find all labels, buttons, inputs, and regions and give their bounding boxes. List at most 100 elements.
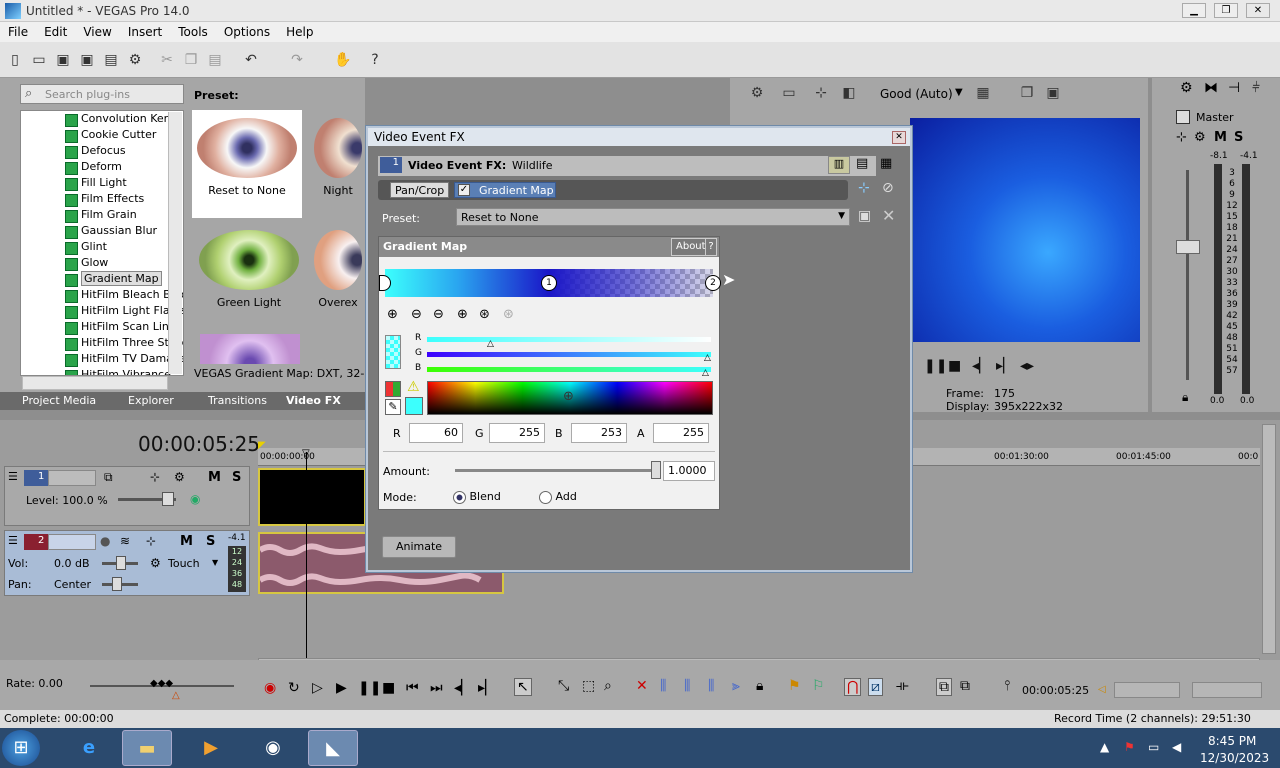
loop-playback-icon[interactable]: ↻: [288, 680, 300, 696]
plugin-item[interactable]: Convolution Kerne: [21, 111, 183, 127]
remove-stop-icon[interactable]: ⊖: [411, 307, 422, 322]
undo-icon[interactable]: ↶: [242, 52, 260, 70]
rate-handle-icon[interactable]: ◆◆◆: [150, 678, 173, 689]
chain-pan-crop[interactable]: Pan/Crop: [390, 182, 450, 198]
track-collapse-icon[interactable]: ☰: [8, 534, 18, 547]
trim-icon[interactable]: ⫼: [660, 678, 666, 694]
copy-icon[interactable]: ❐: [182, 52, 200, 70]
save-preset-icon[interactable]: ▣: [858, 208, 871, 224]
plugin-item[interactable]: Glint: [21, 239, 183, 255]
track-fx-icon[interactable]: ⊹: [146, 534, 156, 548]
plugin-item[interactable]: Fill Light: [21, 175, 183, 191]
master-gear-icon[interactable]: ⚙: [1194, 130, 1206, 145]
maximize-button[interactable]: ❐: [1214, 3, 1238, 18]
plugin-item[interactable]: Cookie Cutter: [21, 127, 183, 143]
preset-thumb-partial[interactable]: [200, 334, 300, 364]
chevron-down-icon[interactable]: ▼: [955, 87, 963, 98]
green-channel-slider[interactable]: [427, 352, 711, 357]
track-collapse-icon[interactable]: ☰: [8, 470, 18, 483]
save-snapshot-icon[interactable]: ▣: [1044, 85, 1062, 103]
gradient-stop-2[interactable]: 2: [705, 275, 721, 291]
track-fx-icon[interactable]: ⊹: [150, 470, 160, 484]
open-icon[interactable]: ▭: [30, 52, 48, 70]
menu-options[interactable]: Options: [216, 22, 278, 39]
zoom-tool-icon[interactable]: ⌕: [604, 678, 612, 694]
stop-icon[interactable]: ■: [948, 358, 961, 374]
chain-layout-icon[interactable]: ▤: [856, 156, 868, 171]
selection-length-field[interactable]: [1114, 682, 1180, 698]
whats-this-icon[interactable]: ?: [366, 52, 384, 70]
plugin-scrollbar[interactable]: [168, 112, 182, 374]
cut-icon[interactable]: ✂: [158, 52, 176, 70]
save-as-icon[interactable]: ▣: [78, 52, 96, 70]
render-icon[interactable]: ▤: [102, 52, 120, 70]
erase-icon[interactable]: ✋: [334, 52, 352, 70]
menu-insert[interactable]: Insert: [120, 22, 170, 39]
tab-explorer[interactable]: Explorer: [128, 394, 174, 407]
selection-end-field[interactable]: [1192, 682, 1262, 698]
preset-overexposed[interactable]: Overex: [312, 222, 364, 330]
preset-dropdown[interactable]: Reset to None ▼: [456, 208, 850, 226]
fx-chain-icon[interactable]: ⫩: [1252, 80, 1260, 96]
plugin-item[interactable]: Defocus: [21, 143, 183, 159]
split-screen-icon[interactable]: ⊹: [812, 85, 830, 103]
internet-explorer-icon[interactable]: e: [64, 730, 114, 766]
plugin-item[interactable]: HitFilm TV Damage: [21, 351, 183, 367]
fx-enable-checkbox[interactable]: ✓: [458, 184, 470, 196]
playhead-handle-icon[interactable]: ▽: [302, 448, 310, 459]
touch-mode-dropdown[interactable]: Touch: [168, 557, 200, 570]
record-arm-icon[interactable]: ●: [100, 534, 110, 548]
track-motion-icon[interactable]: ⧉: [104, 470, 113, 485]
master-fader-handle[interactable]: [1176, 240, 1200, 254]
preset-night[interactable]: Night: [312, 110, 364, 218]
pan-slider-handle[interactable]: [112, 577, 122, 591]
minimize-button[interactable]: ▁: [1182, 3, 1206, 18]
menu-tools[interactable]: Tools: [170, 22, 216, 39]
delete-icon[interactable]: ✕: [636, 678, 648, 694]
timeline-vscroll[interactable]: [1262, 424, 1276, 654]
plugin-item[interactable]: Film Effects: [21, 191, 183, 207]
plugin-item[interactable]: HitFilm Bleach Byp: [21, 287, 183, 303]
track-mute-button[interactable]: M: [180, 534, 193, 549]
move-left-icon[interactable]: ⊖: [433, 307, 444, 322]
plugin-item[interactable]: Film Grain: [21, 207, 183, 223]
chain-layout-icon[interactable]: ▥: [828, 156, 850, 174]
properties-gear-icon[interactable]: ⚙: [126, 52, 144, 70]
start-button-icon[interactable]: ⊞: [2, 730, 40, 766]
move-right-icon[interactable]: ⊕: [457, 307, 468, 322]
action-center-icon[interactable]: ⚑: [1124, 740, 1135, 754]
mode-blend-radio[interactable]: Blend: [453, 490, 501, 504]
loop-region-marker-icon[interactable]: ◤: [258, 440, 266, 451]
menu-file[interactable]: File: [0, 22, 36, 39]
track-gear-icon[interactable]: ⚙: [174, 470, 185, 484]
reset-stops-icon[interactable]: ⊛: [503, 307, 514, 322]
normal-edit-tool-icon[interactable]: ↖: [514, 678, 532, 696]
ripple-edit-icon[interactable]: ⟛: [896, 678, 909, 694]
track-name-field[interactable]: [48, 470, 96, 486]
preview-quality-dropdown[interactable]: Good (Auto): [880, 87, 953, 101]
plugin-item[interactable]: HitFilm Three Strip: [21, 335, 183, 351]
chevron-down-icon[interactable]: ▼: [212, 558, 218, 567]
plugin-item[interactable]: Deform: [21, 159, 183, 175]
marker-icon[interactable]: ⚑: [788, 678, 801, 694]
track-name-field[interactable]: [48, 534, 96, 550]
copy-snapshot-icon[interactable]: ❐: [1018, 85, 1036, 103]
track-mute-button[interactable]: M: [208, 470, 221, 485]
close-button[interactable]: ✕: [1246, 3, 1270, 18]
add-stop-icon[interactable]: ⊕: [387, 307, 398, 322]
remove-plugin-icon[interactable]: ⊘: [882, 180, 894, 196]
preview-properties-gear-icon[interactable]: ⚙: [748, 85, 766, 103]
network-icon[interactable]: ▭: [1148, 740, 1159, 754]
chain-layout-icon[interactable]: ▦: [880, 156, 892, 171]
search-plugins-input[interactable]: Search plug-ins: [20, 84, 184, 104]
green-slider-handle-icon[interactable]: △: [704, 353, 711, 363]
lock-envelopes-icon[interactable]: ⧉: [936, 678, 952, 696]
trim-start-icon[interactable]: ⫼: [684, 678, 690, 694]
clock-date[interactable]: 12/30/2023: [1200, 751, 1269, 765]
master-mute-button[interactable]: M: [1214, 130, 1227, 145]
grid-icon[interactable]: ▦: [974, 85, 992, 103]
master-fx-icon[interactable]: ⊹: [1176, 130, 1187, 145]
amount-slider-handle[interactable]: [651, 461, 661, 479]
master-properties-gear-icon[interactable]: ⚙: [1180, 80, 1193, 96]
a-value-field[interactable]: 255: [653, 423, 709, 443]
